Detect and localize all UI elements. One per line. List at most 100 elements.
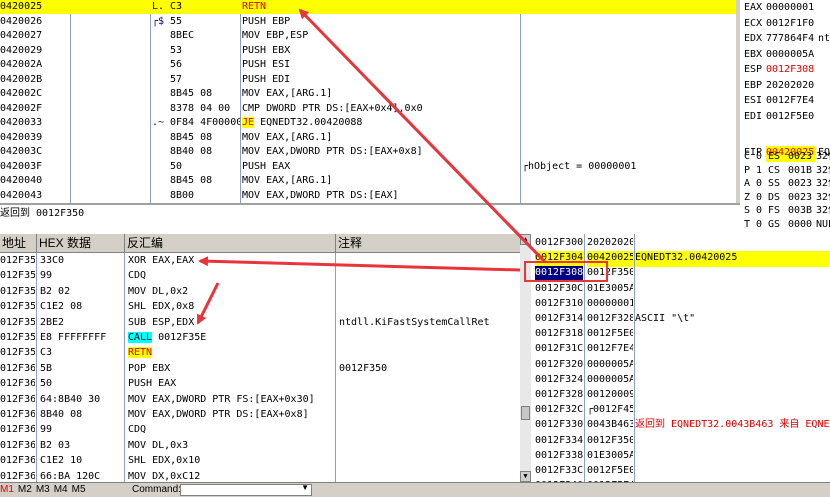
dump-row[interactable]: 012F352 99 CDQ [0,269,520,283]
disasm-row[interactable]: 0420039 8B45 08 MOV EAX,[ARG.1] [0,131,736,145]
flag-row[interactable]: S0FS003B32位 [740,204,830,217]
mnemonic-highlight: JE [242,117,255,128]
dump-row[interactable]: 012F361 50 PUSH EAX [0,377,520,391]
registers-pane[interactable]: EAX00000001 ECX0012F1F0EDX777864F4ntdl EBX… [740,0,830,232]
scroll-up-button[interactable]: ▲ [520,234,531,245]
register-row[interactable] [740,125,830,139]
stack-row[interactable]: 0012F324 0000005A [531,373,830,387]
dump-row[interactable]: 012F36F 66:BA 120C MOV DX,0xC12 [0,470,520,482]
stack-row[interactable]: 0012F304 00420025 EQNEDT32.00420025 [531,251,830,268]
stack-row[interactable]: 0012F31C 0012F7E4 [531,342,830,356]
stack-comment: 返回到 EQNEDT32.0043B463 来自 EQNEDT3 [635,419,829,431]
register-value[interactable]: 0012F5E0 [766,110,816,126]
stack-row[interactable]: 0012F318 0012F5E0 [531,327,830,341]
stack-row[interactable]: 0012F300 20202020 [531,236,830,250]
disasm-row[interactable]: 042002C 8B45 08 MOV EAX,[ARG.1] [0,87,736,101]
dump-row[interactable]: 012F353 B2 02 MOV DL,0x2 [0,285,520,299]
command-input[interactable]: ▼ [180,483,312,496]
disasm-row[interactable]: 042002F 8378 04 00 CMP DWORD PTR DS:[EAX+0… [0,102,736,116]
dump-row[interactable]: 012F36A B2 03 MOV DL,0x3 [0,439,520,453]
register-value[interactable]: 0012F7E4 [766,94,816,110]
address: 012F358 [0,316,35,328]
dump-row[interactable]: 012F35F C3 RETN [0,346,520,360]
dump-row[interactable]: 012F369 99 CDQ [0,423,520,437]
stack-row[interactable]: 0012F310 00000001 [531,297,830,311]
scroll-thumb[interactable] [521,406,530,420]
header-disassembly[interactable]: 反汇编 [125,234,336,252]
instruction: CDQ [128,270,147,282]
dump-row[interactable]: 012F350 33C0 XOR EAX,EAX [0,254,520,268]
register-row[interactable]: ECX 0012F1F0 [740,17,830,31]
dump-row[interactable]: 012F358 2BE2 SUB ESP,EDX ntdll.KiFastSystem… [0,316,520,330]
memory-tab-m2[interactable]: M2 [18,483,32,497]
register-value[interactable]: 00000001 [766,1,816,17]
header-hex[interactable]: HEX 数据 [37,234,125,252]
stack-value: 01E3005A [587,282,633,294]
register-row[interactable]: ESI 0012F7E4 [740,94,830,108]
register-row[interactable]: EDX777864F4ntdl [740,32,830,46]
dump-row[interactable]: 012F360 5B POP EBX 0012F350 [0,362,520,376]
flag-row[interactable]: T0GS 0000NULL [740,218,830,231]
disasm-row[interactable]: 0420043 8B00 MOV EAX,DWORD PTR DS:[EAX] [0,189,736,203]
register-value[interactable]: 0000005A [766,48,816,64]
register-value[interactable]: 0012F308 [766,63,816,79]
disasm-row[interactable]: 0420029 53 PUSH EBX [0,44,736,58]
register-value[interactable] [766,125,816,141]
header-address[interactable]: 地址 [0,234,37,252]
flag-row[interactable]: P1CS001B32位 [740,164,830,177]
dump-row[interactable]: 012F36C C1E2 10 SHL EDX,0x10 [0,454,520,468]
stack-row[interactable]: 0012F30C 01E3005A [531,282,830,296]
flag-value[interactable]: 0 [756,218,766,233]
stack-row[interactable]: 0012F338 01E3005A [531,449,830,463]
dump-row[interactable]: 012F355 C1E2 08 SHL EDX,0x8 [0,300,520,314]
stack-row[interactable]: 0012F32C ┌0012F454 [531,403,830,417]
disasm-row[interactable]: 042003C 8B40 08 MOV EAX,DWORD PTR DS:[EAX+… [0,145,736,159]
register-extra [818,1,830,17]
dump-scrollbar[interactable]: ▲ ▼ [520,234,531,482]
register-value[interactable]: 0012F1F0 [766,17,816,33]
memory-tab-m4[interactable]: M4 [54,483,68,497]
disasm-row[interactable]: 042002B 57 PUSH EDI [0,73,736,87]
register-value[interactable]: 20202020 [766,79,816,95]
scroll-down-button[interactable]: ▼ [520,471,531,482]
stack-row[interactable]: 0012F330 0043B463 返回到 EQNEDT32.0043B463 来自… [531,418,830,432]
stack-row[interactable]: 0012F320 0000005A [531,358,830,372]
stack-row[interactable]: 0012F33C 0012F5E0 [531,464,830,478]
disassembly-pane[interactable]: 0420025 L. C3 RETN 0420026 ┌$ 55 PUSH EBP 042002… [0,0,736,203]
address: 012F36A [0,439,35,451]
disasm-row[interactable]: 042003F 50 PUSH EAX ┌hObject = 00000001 [0,160,736,174]
register-row[interactable]: ESP 0012F308 [740,63,830,77]
stack-row[interactable]: 0012F328 00120009 [531,388,830,402]
memory-tab-m1[interactable]: M1 [0,483,14,497]
flag-row[interactable]: Z0DS002332位 [740,191,830,204]
register-row[interactable]: EDI 0012F5E0 [740,110,830,124]
stack-pane[interactable]: 0012F300 20202020 0012F304 00420025 EQNEDT32… [531,234,830,482]
address: 012F361 [0,378,35,390]
stack-row[interactable]: 0012F314 0012F328 ASCII "\t" [531,312,830,326]
dump-disassembly-pane[interactable]: 地址 HEX 数据 反汇编 注释 012F35033C0XOR EAX,EAX0… [0,234,520,482]
register-row[interactable]: EAX 00000001 [740,1,830,15]
memory-tab-m3[interactable]: M3 [36,483,50,497]
stack-row[interactable]: 0012F334 0012F350 [531,434,830,448]
disasm-row[interactable]: 0420033.~0F84 4F000000JE EQNEDT32.004200… [0,116,736,130]
dump-row[interactable]: 012F362 64:8B40 30 MOV EAX,DWORD PTR FS:[E… [0,393,520,407]
hex-bytes: 50 [40,378,53,390]
register-value[interactable]: 777864F4 [766,32,816,48]
register-row[interactable]: EBP 20202020 [740,79,830,93]
memory-tab-m5[interactable]: M5 [72,483,86,497]
disasm-row[interactable]: 0420025 L. C3 RETN [0,0,736,14]
flag-row[interactable]: C0ES002332位 [740,150,830,163]
stack-comment [635,342,829,358]
header-comment[interactable]: 注释 [336,234,518,252]
stack-row[interactable]: 0012F308 0012F350 [531,266,830,283]
register-row[interactable]: EBX 0000005A [740,48,830,62]
flag-row[interactable]: A0SS002332位 [740,177,830,190]
dump-row[interactable]: 012F366 8B40 08 MOV EAX,DWORD PTR DS:[EAX+… [0,408,520,422]
disasm-row[interactable]: 0420027 8BEC MOV EBP,ESP [0,29,736,43]
disasm-row[interactable]: 0420026 ┌$ 55 PUSH EBP [0,15,736,29]
disasm-row[interactable]: 042002A 56 PUSH ESI [0,58,736,72]
disasm-row[interactable]: 0420040 8B45 08 MOV EAX,[ARG.1] [0,174,736,188]
dump-row[interactable]: 012F35A E8 FFFFFFFF CALL 0012F35E [0,331,520,345]
stack-address: 0012F328 [535,389,583,400]
chevron-down-icon[interactable]: ▼ [301,483,309,492]
